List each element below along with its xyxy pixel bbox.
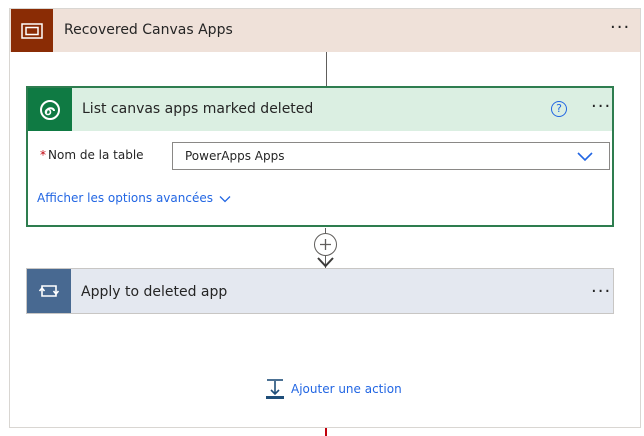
table-name-value: PowerApps Apps: [185, 149, 285, 163]
list-action-title: List canvas apps marked deleted: [82, 101, 314, 117]
apply-action-more-menu[interactable]: ···: [591, 283, 611, 301]
insert-step-button[interactable]: [314, 233, 337, 256]
help-icon[interactable]: ?: [551, 101, 567, 117]
list-action-card: List canvas apps marked deleted ? ··· * N…: [26, 86, 614, 227]
loop-icon: [27, 269, 71, 313]
list-action-more-menu[interactable]: ···: [591, 98, 611, 116]
scope-header[interactable]: Recovered Canvas Apps ···: [10, 9, 640, 52]
add-action-label: Ajouter une action: [291, 382, 402, 396]
arrow-down-icon: [317, 257, 334, 268]
advanced-options-label: Afficher les options avancées: [37, 191, 213, 205]
apply-action-card[interactable]: Apply to deleted app ···: [26, 268, 614, 314]
scope-title: Recovered Canvas Apps: [64, 22, 233, 38]
required-mark: *: [40, 148, 46, 162]
apply-action-title: Apply to deleted app: [81, 284, 228, 300]
dataverse-icon: [28, 88, 72, 131]
table-name-label: * Nom de la table: [40, 148, 144, 162]
add-action-icon: [266, 379, 284, 399]
plus-icon: [320, 239, 331, 250]
scope-more-menu[interactable]: ···: [610, 19, 630, 37]
list-action-header[interactable]: List canvas apps marked deleted ? ···: [28, 88, 612, 131]
chevron-down-icon: [577, 152, 593, 162]
add-action-button[interactable]: Ajouter une action: [264, 378, 402, 400]
table-name-label-text: Nom de la table: [48, 148, 144, 162]
advanced-options-link[interactable]: Afficher les options avancées: [37, 191, 231, 205]
table-name-select[interactable]: PowerApps Apps: [172, 142, 610, 170]
connector-line: [326, 52, 327, 87]
scope-icon: [11, 9, 53, 52]
flow-end-marker: [325, 428, 327, 436]
chevron-down-icon: [219, 195, 231, 202]
